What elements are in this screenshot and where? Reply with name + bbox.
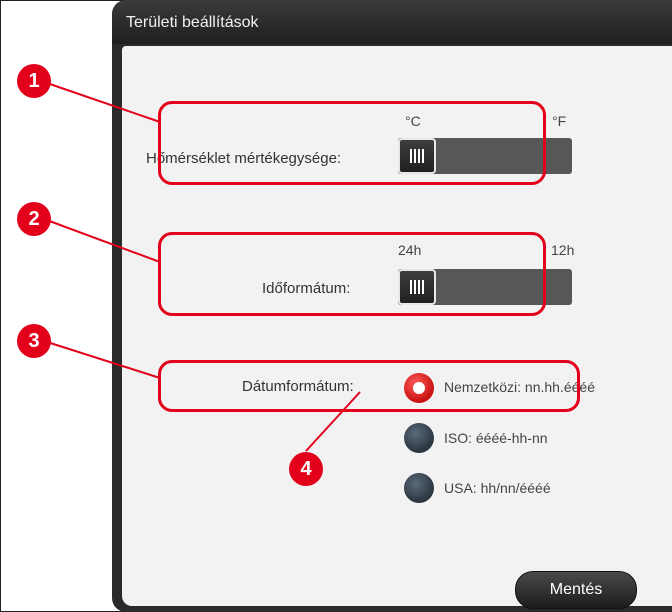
callout-leader-lines — [43, 81, 361, 452]
callout-badge-3: 3 — [17, 324, 51, 358]
callout-badge-4: 4 — [289, 452, 323, 486]
callout-badge-2: 2 — [17, 202, 51, 236]
callout-badge-1: 1 — [17, 64, 51, 98]
